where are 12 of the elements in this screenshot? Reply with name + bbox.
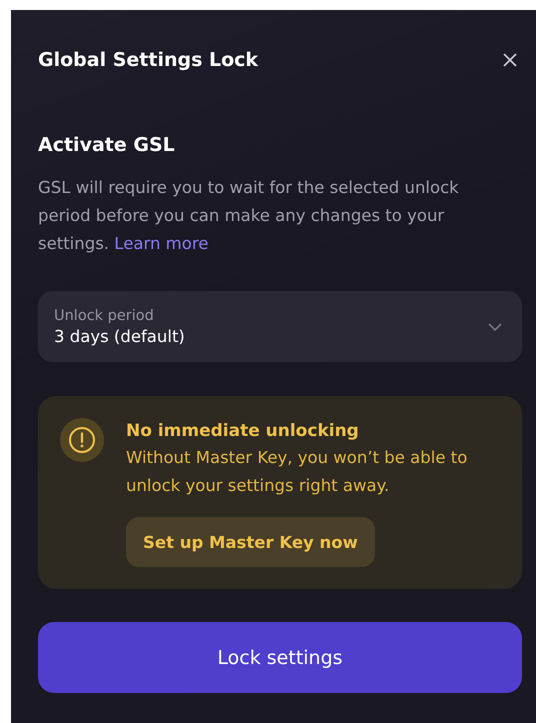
dialog-title: Global Settings Lock xyxy=(38,49,258,71)
close-icon xyxy=(502,52,518,68)
unlock-period-select[interactable]: Unlock period 3 days (default) xyxy=(38,291,522,362)
warning-message: Without Master Key, you won’t be able to unlock your settings right away. xyxy=(126,447,468,497)
lock-settings-button[interactable]: Lock settings xyxy=(38,622,522,693)
warning-icon xyxy=(60,418,104,462)
warning-title: No immediate unlocking xyxy=(126,420,359,443)
description: GSL will require you to wait for the selected unlock period before you can make any changes to your settings. Learn more xyxy=(38,177,460,255)
section-heading: Activate GSL xyxy=(38,134,176,156)
set-up-master-key-button[interactable]: Set up Master Key now xyxy=(126,517,375,567)
learn-more-link[interactable]: Learn more xyxy=(114,234,208,253)
chevron-down-icon xyxy=(488,322,502,330)
